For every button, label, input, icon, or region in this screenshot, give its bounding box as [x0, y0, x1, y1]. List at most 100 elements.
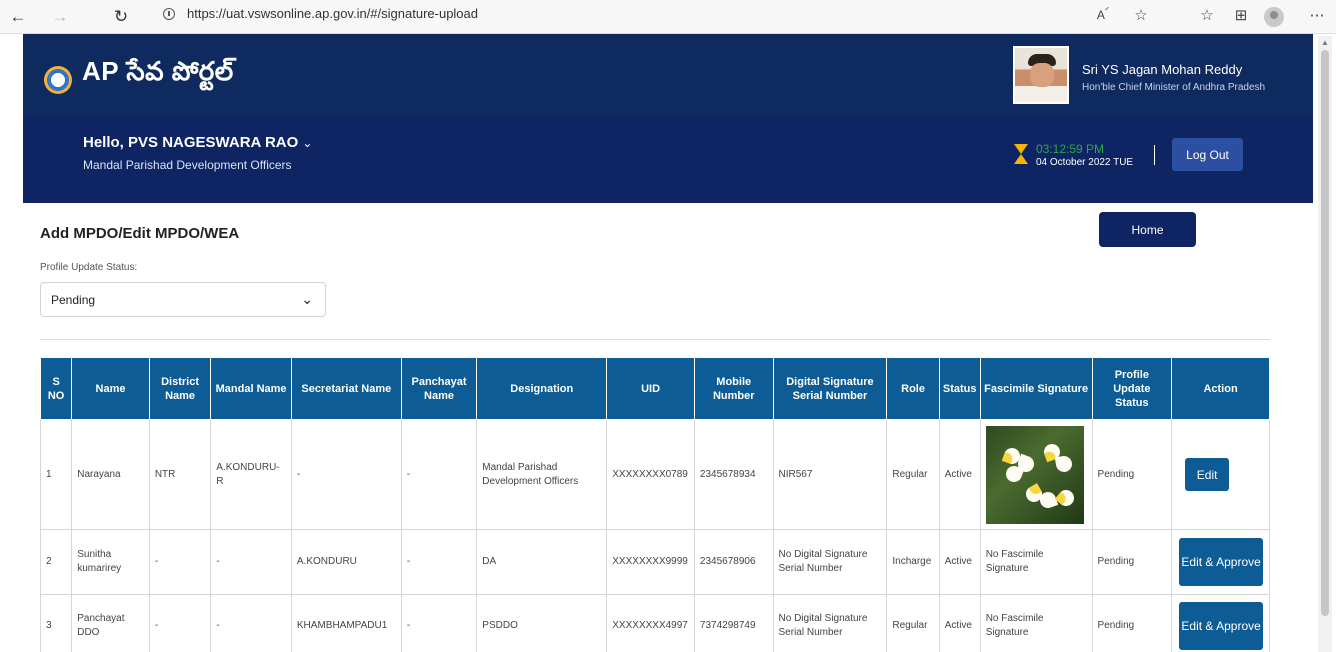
cm-name: Sri YS Jagan Mohan Reddy [1082, 62, 1243, 77]
table-header-row: S NO Name District Name Mandal Name Secr… [39, 357, 1270, 420]
scrollbar-thumb[interactable] [1321, 50, 1329, 616]
cell-name: Sunitha kumarirey [71, 529, 150, 595]
user-department: Mandal Parishad Development Officers [83, 158, 292, 172]
status-filter-label: Profile Update Status: [40, 262, 138, 273]
site-info-icon[interactable] [163, 7, 175, 20]
cell-profile-status: Pending [1091, 529, 1173, 595]
site-header: AP సేవ పోర్టల్ Sri YS Jagan Mohan Reddy … [23, 34, 1313, 116]
cell-designation: Mandal Parishad Development Officers [476, 419, 608, 530]
column-header: Status [938, 357, 981, 420]
cell-role: Incharge [886, 529, 940, 595]
edit-button[interactable]: Edit [1185, 458, 1230, 491]
forward-arrow-icon[interactable]: → [48, 5, 72, 29]
cell-uid: XXXXXXXX0789 [606, 419, 695, 530]
url-text: https://uat.vswsonline.ap.gov.in/#/signa… [187, 6, 478, 21]
profile-icon[interactable] [1264, 7, 1284, 27]
favorites-icon[interactable]: ☆ [1196, 6, 1218, 24]
officers-table: S NO Name District Name Mandal Name Secr… [39, 357, 1270, 652]
cell-mobile: 7374298749 [693, 594, 774, 652]
column-header: Secretariat Name [290, 357, 402, 420]
cell-uid: XXXXXXXX4997 [606, 594, 695, 652]
hourglass-icon [1013, 142, 1029, 166]
page-viewport: AP సేవ పోర్టల్ Sri YS Jagan Mohan Reddy … [23, 34, 1313, 652]
cell-digital-signature: No Digital Signature Serial Number [772, 529, 888, 595]
cell-sno: 1 [39, 419, 73, 530]
cell-mandal: A.KONDURU-R [210, 419, 292, 530]
address-bar[interactable]: https://uat.vswsonline.ap.gov.in/#/signa… [163, 6, 478, 21]
cell-district: NTR [148, 419, 212, 530]
cell-name: Narayana [71, 419, 150, 530]
chevron-down-icon: ⌄ [302, 136, 313, 150]
cell-mandal: - [210, 594, 292, 652]
column-header: Mandal Name [210, 357, 292, 420]
cell-status: Active [938, 529, 981, 595]
table-row: 3 Panchayat DDO - - KHAMBHAMPADU1 - PSDD… [39, 594, 1270, 652]
column-header: S NO [39, 357, 73, 420]
cm-photo [1013, 46, 1069, 104]
back-arrow-icon[interactable]: ← [6, 5, 30, 29]
cell-mandal: - [210, 529, 292, 595]
divider [1154, 145, 1155, 165]
refresh-icon[interactable]: ↻ [109, 5, 133, 29]
table-row: 2 Sunitha kumarirey - - A.KONDURU - DA X… [39, 529, 1270, 595]
column-header: Name [71, 357, 150, 420]
cell-designation: DA [476, 529, 608, 595]
home-button[interactable]: Home [1099, 212, 1196, 247]
cell-profile-status: Pending [1091, 594, 1173, 652]
column-header: Digital Signature Serial Number [772, 357, 888, 420]
cell-mobile: 2345678934 [693, 419, 774, 530]
page-title: Add MPDO/Edit MPDO/WEA [40, 225, 240, 242]
cell-district: - [148, 529, 212, 595]
user-menu-toggle[interactable]: Hello, PVS NAGESWARA RAO ⌄ [83, 134, 312, 151]
cell-panchayat: - [400, 529, 478, 595]
cell-action: Edit & Approve [1171, 529, 1270, 595]
cm-title: Hon'ble Chief Minister of Andhra Pradesh [1082, 82, 1266, 93]
more-icon[interactable]: ⋯ [1306, 6, 1328, 24]
user-greeting: Hello, PVS NAGESWARA RAO [83, 134, 299, 151]
page-scrollbar[interactable]: ▲ [1318, 36, 1332, 652]
cell-profile-status: Pending [1091, 419, 1173, 530]
cell-action: Edit [1171, 419, 1270, 530]
ap-emblem-icon [44, 66, 72, 94]
cell-status: Active [938, 594, 981, 652]
cell-digital-signature: NIR567 [772, 419, 888, 530]
cell-panchayat: - [400, 419, 478, 530]
cell-name: Panchayat DDO [71, 594, 150, 652]
cell-secretariat: A.KONDURU [290, 529, 402, 595]
column-header: Role [886, 357, 940, 420]
favorites-add-icon[interactable]: ☆ [1130, 6, 1152, 24]
column-header: Designation [476, 357, 608, 420]
column-header: Panchayat Name [400, 357, 478, 420]
column-header: Action [1171, 357, 1270, 420]
cell-secretariat: - [290, 419, 402, 530]
cell-uid: XXXXXXXX9999 [606, 529, 695, 595]
fascimile-signature-image [985, 425, 1084, 524]
scroll-up-icon[interactable]: ▲ [1321, 38, 1329, 47]
cell-role: Regular [886, 594, 940, 652]
browser-toolbar: ← → ↻ https://uat.vswsonline.ap.gov.in/#… [0, 0, 1336, 34]
cell-fascimile: No Fascimile Signature [979, 594, 1093, 652]
edit-approve-button[interactable]: Edit & Approve [1179, 538, 1264, 586]
edit-approve-button[interactable]: Edit & Approve [1179, 601, 1264, 650]
status-filter-value: Pending [51, 292, 96, 307]
cell-action: Edit & Approve [1171, 594, 1270, 652]
collections-icon[interactable]: ⊞ [1230, 6, 1252, 24]
logout-button[interactable]: Log Out [1172, 138, 1243, 171]
table-row: 1 Narayana NTR A.KONDURU-R - - Mandal Pa… [39, 419, 1270, 530]
read-aloud-icon[interactable]: Aᐟ [1092, 6, 1114, 22]
cell-fascimile [979, 419, 1093, 530]
cell-status: Active [938, 419, 981, 530]
cell-district: - [148, 594, 212, 652]
column-header: Fascimile Signature [979, 357, 1093, 420]
cell-panchayat: - [400, 594, 478, 652]
portal-logo-text: AP సేవ పోర్టల్ [82, 56, 234, 86]
status-filter-select[interactable]: Pending ⌄ [40, 282, 326, 317]
clock-time: 03:12:59 PM [1036, 142, 1105, 156]
cell-mobile: 2345678906 [693, 529, 774, 595]
cell-role: Regular [886, 419, 940, 530]
chevron-down-icon: ⌄ [301, 291, 313, 307]
column-header: UID [606, 357, 695, 420]
cell-sno: 3 [39, 594, 73, 652]
cell-secretariat: KHAMBHAMPADU1 [290, 594, 402, 652]
divider [40, 339, 1270, 340]
